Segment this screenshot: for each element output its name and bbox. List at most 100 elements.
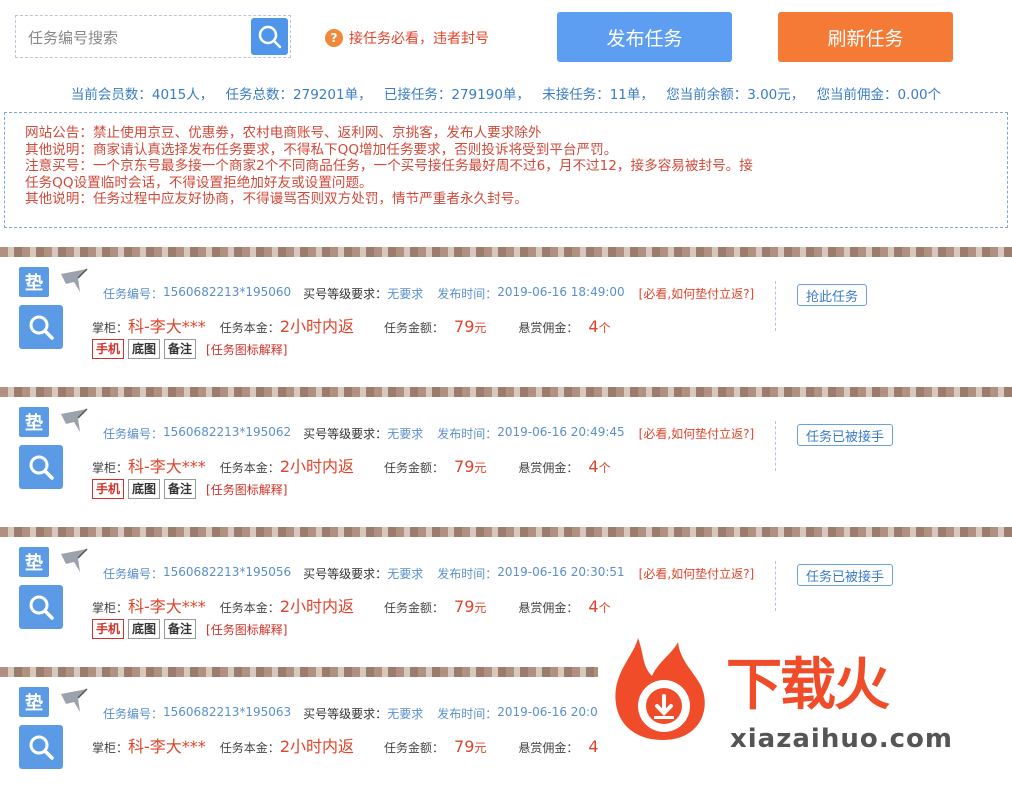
principal-value: 2小时内返 (279, 737, 354, 756)
task-info-row: 掌柜： 科-李大*** 任务本金： 2小时内返 任务金额： 79 元 悬赏佣金：… (92, 313, 611, 336)
flame-logo-icon (615, 638, 705, 740)
notice-line: 其他说明：商家请认真选择发布任务要求，不得私下QQ增加任务要求，否则投诉将受到平… (25, 141, 618, 158)
notice-line: 网站公告：禁止使用京豆、优惠劵，农村电商账号、返利网、京挑客，发布人要求除外 (25, 125, 542, 141)
tag-background: 底图 (128, 619, 161, 639)
watermark-url: xiazaihuo.com (730, 724, 953, 754)
task-no-value: 1560682213*195062 (163, 425, 292, 439)
level-label: 买号等级要求： (303, 707, 388, 721)
level-value: 无要求 (387, 567, 424, 581)
bird-icon (61, 268, 88, 292)
bird-icon (61, 688, 88, 712)
shopkeeper-label: 掌柜： (92, 601, 129, 615)
search-button[interactable] (251, 18, 288, 55)
task-meta-row: 任务编号： 1560682213*195063 买号等级要求： 无要求 发布时间… (103, 705, 605, 722)
time-value: 2019-06-16 20:05 (497, 705, 606, 719)
must-see-link[interactable]: [必看,如何垫付立返?] (639, 285, 755, 302)
icon-explain-link[interactable]: [任务图标解释] (206, 481, 287, 498)
must-see-link[interactable]: [必看,如何垫付立返?] (639, 425, 755, 442)
principal-label: 任务本金： (219, 601, 280, 615)
tag-note: 备注 (164, 619, 197, 639)
time-value: 2019-06-16 20:49:45 (497, 425, 625, 439)
tag-phone: 手机 (92, 619, 125, 639)
task-no-value: 1560682213*195063 (163, 705, 292, 719)
icon-explain-link[interactable]: [任务图标解释] (206, 341, 287, 358)
view-detail-button[interactable] (19, 305, 63, 349)
reward-label: 悬赏佣金： (518, 601, 579, 615)
task-no-label: 任务编号： (103, 287, 164, 301)
principal-value: 2小时内返 (279, 457, 354, 476)
dian-badge-icon: 垫 (19, 267, 49, 297)
task-no-label: 任务编号： (103, 427, 164, 441)
task-no-value: 1560682213*195060 (163, 285, 292, 299)
question-icon: ? (325, 29, 343, 47)
task-tags: 手机 底图 备注 [任务图标解释] (92, 619, 287, 639)
task-card: 垫 任务编号： 1560682213*195062 买号等级要求： 无要求 发布… (0, 399, 1012, 527)
view-detail-button[interactable] (19, 585, 63, 629)
level-value: 无要求 (387, 427, 424, 441)
icon-explain-link[interactable]: [任务图标解释] (206, 621, 287, 638)
task-meta-row: 任务编号： 1560682213*195056 买号等级要求： 无要求 发布时间… (103, 565, 754, 582)
amount-label: 任务金额： (384, 321, 445, 335)
notice-line: 任务QQ设置临时会话，不得设置拒绝加好友或设置问题。 (25, 174, 373, 191)
amount-unit: 元 (474, 741, 487, 755)
reward-value: 4 (588, 597, 599, 616)
amount-unit: 元 (474, 601, 487, 615)
stats-bar: 当前会员数：4015人， 任务总数：279201单， 已接任务：279190单，… (0, 83, 1012, 103)
principal-label: 任务本金： (219, 321, 280, 335)
level-label: 买号等级要求： (303, 567, 388, 581)
task-no-label: 任务编号： (103, 707, 164, 721)
task-taken-button[interactable]: 任务已被接手 (797, 564, 894, 586)
level-label: 买号等级要求： (303, 427, 388, 441)
amount-unit: 元 (474, 321, 487, 335)
time-value: 2019-06-16 18:49:00 (497, 285, 625, 299)
amount-label: 任务金额： (384, 601, 445, 615)
vertical-divider (775, 421, 776, 471)
stat-commission: 您当前佣金：0.00个 (816, 87, 942, 103)
task-info-row: 掌柜： 科-李大*** 任务本金： 2小时内返 任务金额： 79 元 悬赏佣金：… (92, 593, 611, 616)
notice-line: 其他说明：任务过程中应友好协商，不得谩骂否则双方处罚，情节严重者永久封号。 (25, 191, 528, 207)
search-box (15, 15, 291, 58)
shopkeeper-value: 科-李大*** (128, 737, 206, 756)
shopkeeper-value: 科-李大*** (128, 597, 206, 616)
warning-link[interactable]: ? 接任务必看，违者封号 (325, 27, 489, 49)
reward-label: 悬赏佣金： (518, 741, 579, 755)
refresh-task-button[interactable]: 刷新任务 (778, 12, 953, 62)
search-input[interactable] (26, 23, 250, 53)
bird-icon (61, 408, 88, 432)
divider-stripe (0, 387, 1012, 397)
divider-stripe (0, 247, 1012, 257)
grab-task-button[interactable]: 抢此任务 (797, 284, 868, 306)
amount-unit: 元 (474, 461, 487, 475)
publish-task-button[interactable]: 发布任务 (557, 12, 732, 62)
amount-value: 79 (454, 597, 475, 616)
view-detail-button[interactable] (19, 725, 63, 769)
stat-members: 当前会员数：4015人， (70, 87, 214, 103)
principal-label: 任务本金： (219, 741, 280, 755)
principal-value: 2小时内返 (279, 317, 354, 336)
watermark-brand: 下载火 (726, 653, 890, 718)
shopkeeper-label: 掌柜： (92, 321, 129, 335)
principal-value: 2小时内返 (279, 597, 354, 616)
view-detail-button[interactable] (19, 445, 63, 489)
shopkeeper-value: 科-李大*** (128, 457, 206, 476)
tag-note: 备注 (164, 479, 197, 499)
divider-stripe (0, 527, 1012, 537)
magnifier-icon (29, 735, 54, 760)
time-label: 发布时间： (437, 427, 498, 441)
reward-unit: 个 (598, 601, 611, 615)
reward-value: 4 (588, 457, 599, 476)
stat-balance: 您当前余额：3.00元， (666, 87, 805, 103)
task-taken-button[interactable]: 任务已被接手 (797, 424, 894, 446)
task-tags: 手机 底图 备注 [任务图标解释] (92, 479, 287, 499)
shopkeeper-label: 掌柜： (92, 741, 129, 755)
must-see-link[interactable]: [必看,如何垫付立返?] (639, 565, 755, 582)
tag-background: 底图 (128, 339, 161, 359)
magnifier-icon (29, 315, 54, 340)
principal-label: 任务本金： (219, 461, 280, 475)
level-value: 无要求 (387, 287, 424, 301)
shopkeeper-label: 掌柜： (92, 461, 129, 475)
reward-unit: 个 (598, 461, 611, 475)
magnifier-icon (29, 455, 54, 480)
tag-phone: 手机 (92, 479, 125, 499)
amount-value: 79 (454, 457, 475, 476)
